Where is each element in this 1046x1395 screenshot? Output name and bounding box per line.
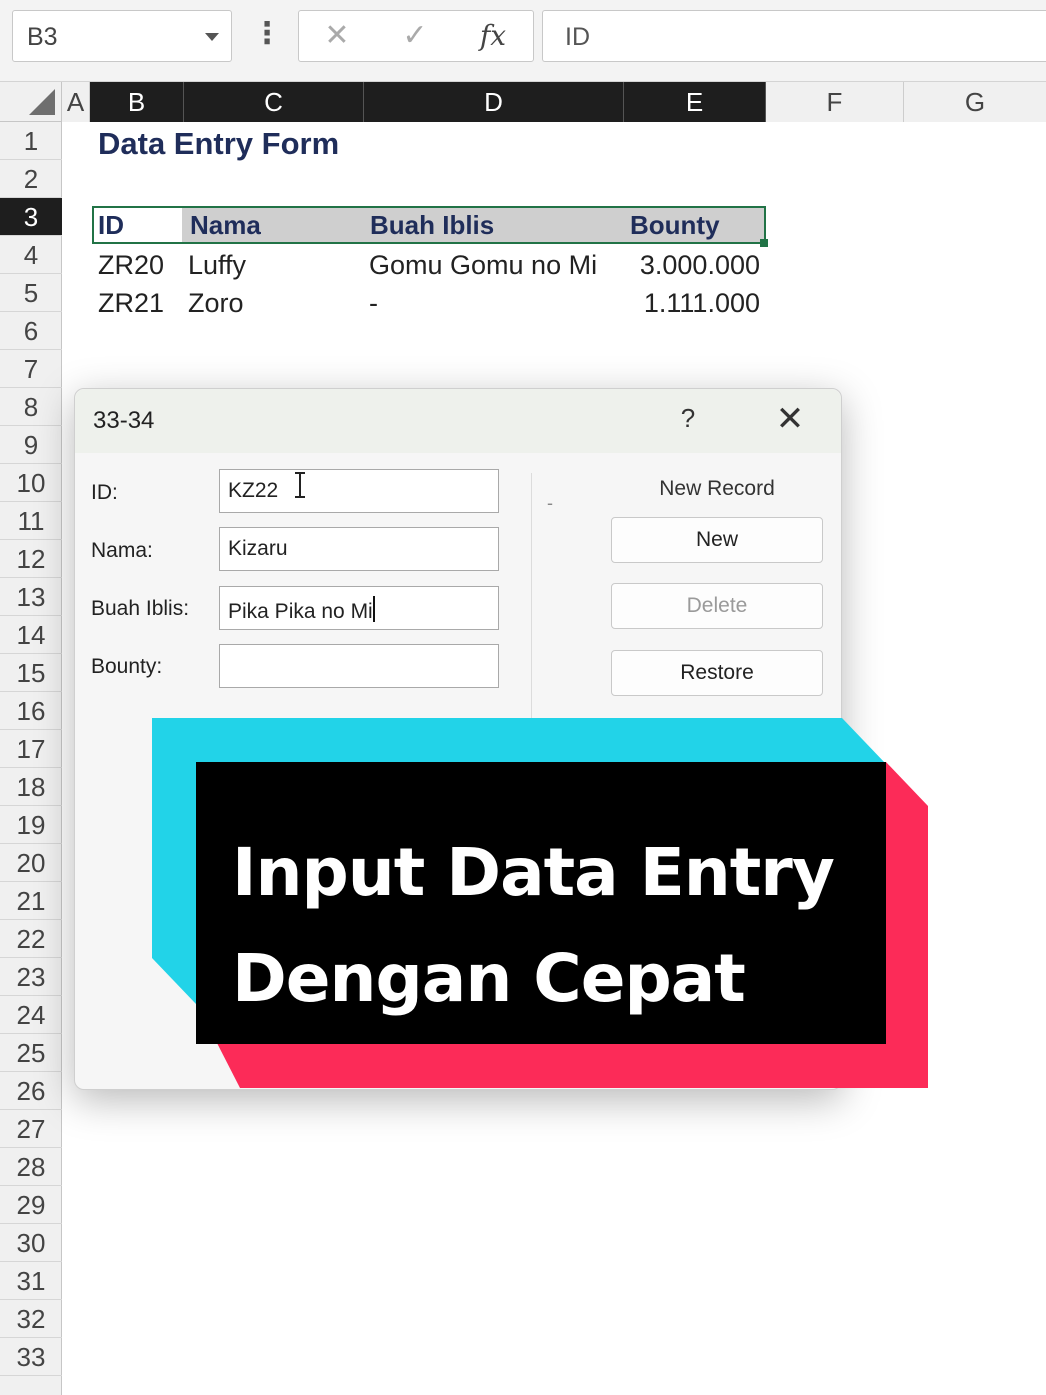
excel-window: B3 ⋮ ✕ ✓ fx ID A B C D E F G 1 2 3 4 5 6 7 8 9 10… — [0, 0, 1046, 1395]
row-header[interactable]: 20 — [0, 844, 62, 882]
sheet-title[interactable]: Data Entry Form — [98, 126, 339, 162]
row-header[interactable]: 29 — [0, 1186, 62, 1224]
dialog-title: 33-34 — [93, 407, 155, 434]
banner-text: Input Data Entry Dengan Cepat — [232, 820, 835, 1032]
header-id[interactable]: ID — [98, 209, 124, 241]
column-header-b[interactable]: B — [90, 82, 184, 122]
row-header[interactable]: 6 — [0, 312, 62, 350]
column-header-f[interactable]: F — [766, 82, 904, 122]
row-header[interactable]: 14 — [0, 616, 62, 654]
row-header[interactable]: 5 — [0, 274, 62, 312]
id-field-value: KZ22 — [228, 479, 279, 502]
row-header[interactable]: 32 — [0, 1300, 62, 1338]
field-label-nama: Nama: — [91, 539, 153, 562]
help-icon[interactable]: ? — [673, 403, 703, 434]
banner-line-2: Dengan Cepat — [232, 940, 746, 1017]
buah-iblis-text: Pika Pika no Mi — [228, 600, 373, 623]
buah-iblis-field[interactable]: Pika Pika no Mi — [219, 586, 499, 630]
column-header-g[interactable]: G — [904, 82, 1046, 122]
row-header[interactable]: 7 — [0, 350, 62, 388]
row-header[interactable]: 30 — [0, 1224, 62, 1262]
row-header-column: 1 2 3 4 5 6 7 8 9 10 11 12 13 14 15 16 17 18 19 20 21 22 23 24 2… — [0, 122, 62, 1395]
nama-field[interactable]: Kizaru — [219, 527, 499, 571]
check-icon[interactable]: ✓ — [385, 11, 445, 61]
cell-buah-iblis[interactable]: Gomu Gomu no Mi — [369, 249, 597, 281]
column-header-e[interactable]: E — [624, 82, 766, 122]
row-header[interactable]: 16 — [0, 692, 62, 730]
id-field[interactable]: KZ22 — [219, 469, 499, 513]
row-header[interactable]: 33 — [0, 1338, 62, 1376]
row-header[interactable]: 13 — [0, 578, 62, 616]
formula-actions: ✕ ✓ fx — [298, 10, 534, 62]
cancel-icon[interactable]: ✕ — [307, 11, 367, 61]
cell-bounty[interactable]: 3.000.000 — [610, 249, 760, 281]
field-label-bounty: Bounty: — [91, 655, 163, 678]
buah-iblis-field-value: Pika Pika no Mi — [228, 596, 375, 624]
cell-nama[interactable]: Luffy — [188, 249, 246, 281]
column-header-c[interactable]: C — [184, 82, 364, 122]
row-header[interactable]: 3 — [0, 198, 62, 236]
insert-function-icon[interactable]: fx — [463, 11, 523, 61]
cell-buah-iblis[interactable]: - — [369, 287, 378, 319]
name-box[interactable]: B3 — [12, 10, 232, 62]
new-button[interactable]: New — [611, 517, 823, 563]
row-header[interactable]: 25 — [0, 1034, 62, 1072]
column-header-a[interactable]: A — [62, 82, 90, 122]
title-banner: Input Data Entry Dengan Cepat — [196, 762, 886, 1044]
fill-handle[interactable] — [760, 239, 768, 247]
cell-id[interactable]: ZR21 — [98, 287, 164, 319]
row-header[interactable]: 2 — [0, 160, 62, 198]
row-header[interactable]: 27 — [0, 1110, 62, 1148]
row-header[interactable]: 31 — [0, 1262, 62, 1300]
formula-bar: B3 ⋮ ✕ ✓ fx ID — [0, 0, 1046, 82]
text-cursor — [372, 596, 375, 622]
row-header[interactable]: 28 — [0, 1148, 62, 1186]
row-header[interactable]: 9 — [0, 426, 62, 464]
row-header[interactable]: 15 — [0, 654, 62, 692]
chevron-down-icon[interactable] — [205, 33, 219, 41]
row-header[interactable]: 4 — [0, 236, 62, 274]
restore-button[interactable]: Restore — [611, 650, 823, 696]
row-header[interactable]: 1 — [0, 122, 62, 160]
row-header[interactable]: 24 — [0, 996, 62, 1034]
row-header[interactable]: 8 — [0, 388, 62, 426]
row-header[interactable]: 21 — [0, 882, 62, 920]
banner-line-1: Input Data Entry — [232, 834, 835, 911]
cell-id[interactable]: ZR20 — [98, 249, 164, 281]
header-buah-iblis[interactable]: Buah Iblis — [370, 209, 494, 241]
select-all-corner[interactable] — [0, 82, 62, 122]
dialog-titlebar[interactable]: 33-34 ? ✕ — [75, 389, 841, 453]
formula-value: ID — [565, 23, 590, 51]
bounty-field[interactable] — [219, 644, 499, 688]
row-header[interactable]: 26 — [0, 1072, 62, 1110]
more-options-icon[interactable]: ⋮ — [252, 12, 282, 56]
ibeam-cursor-icon — [295, 472, 305, 498]
nama-field-value: Kizaru — [228, 537, 288, 560]
header-bounty[interactable]: Bounty — [630, 209, 720, 241]
field-label-id: ID: — [91, 481, 118, 504]
row-header[interactable]: 19 — [0, 806, 62, 844]
record-status: New Record — [659, 477, 775, 500]
row-header[interactable]: 22 — [0, 920, 62, 958]
select-all-icon — [29, 89, 55, 115]
formula-input[interactable]: ID — [542, 10, 1046, 62]
field-label-buah-iblis: Buah Iblis: — [91, 597, 190, 620]
scroll-marker: - — [547, 493, 553, 513]
close-icon[interactable]: ✕ — [771, 397, 809, 441]
cell-bounty[interactable]: 1.111.000 — [610, 287, 760, 319]
row-header[interactable]: 11 — [0, 502, 62, 540]
name-box-value: B3 — [27, 23, 58, 51]
cell-nama[interactable]: Zoro — [188, 287, 244, 319]
row-header[interactable]: 10 — [0, 464, 62, 502]
row-header[interactable]: 12 — [0, 540, 62, 578]
column-header-d[interactable]: D — [364, 82, 624, 122]
row-header[interactable]: 23 — [0, 958, 62, 996]
delete-button[interactable]: Delete — [611, 583, 823, 629]
row-header[interactable]: 17 — [0, 730, 62, 768]
header-nama[interactable]: Nama — [190, 209, 261, 241]
row-header[interactable]: 18 — [0, 768, 62, 806]
